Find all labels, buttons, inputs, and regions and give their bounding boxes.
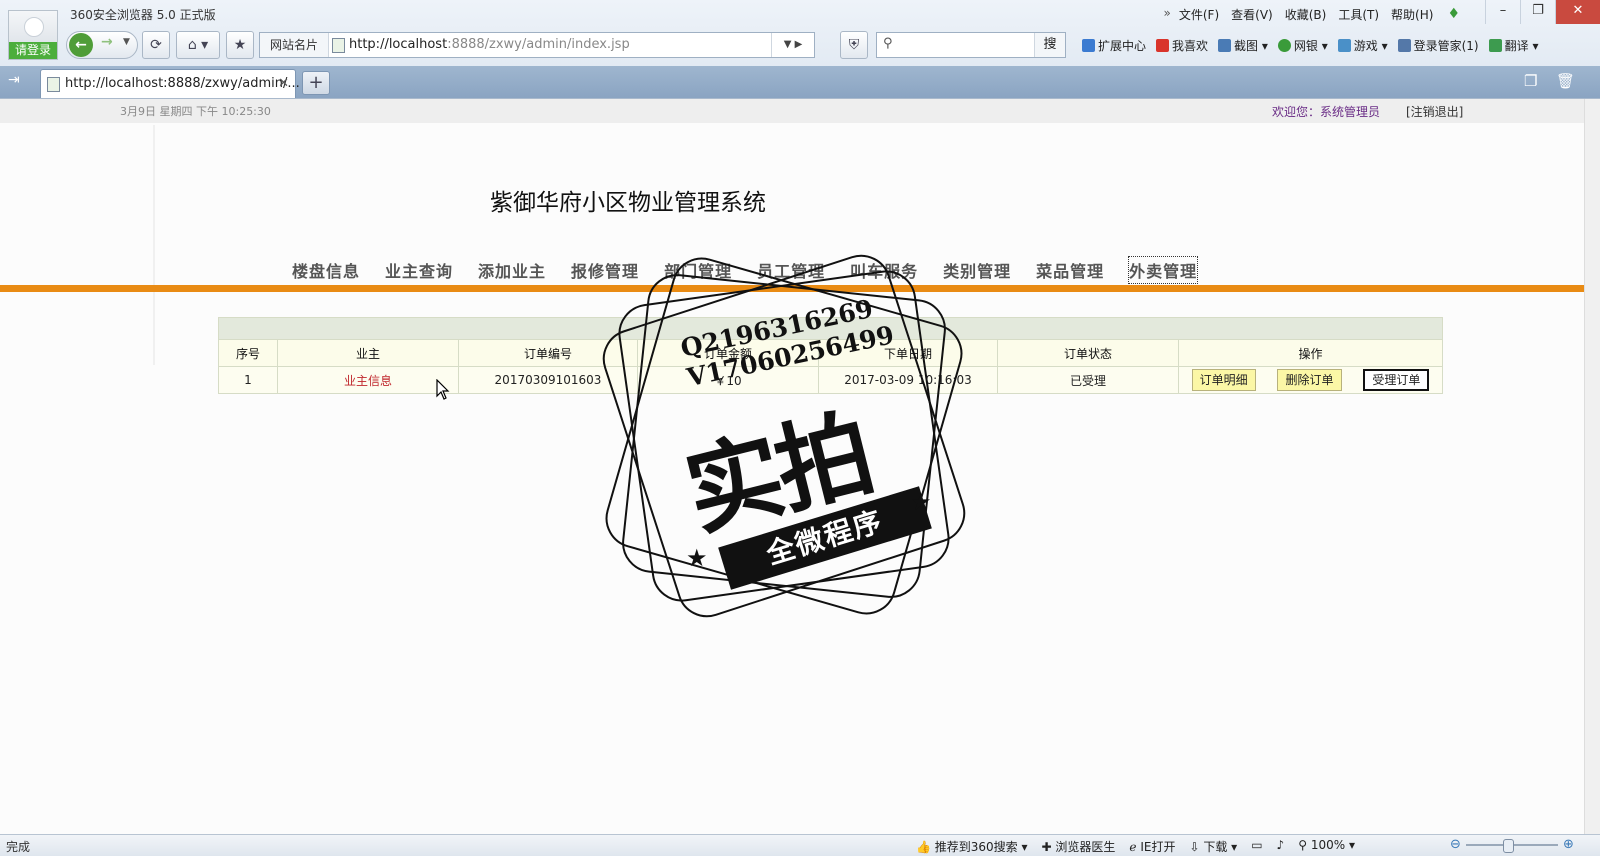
extension-bar: 扩展中心 我喜欢 截图 ▾ 网银 ▾ 游戏 ▾ 登录管家(1) 翻译 ▾ [1082,37,1538,54]
shield-icon[interactable]: ⛨ [840,31,868,59]
nav-add-owner[interactable]: 添加业主 [478,257,546,283]
page-icon [332,38,345,53]
delete-order-button[interactable]: 删除订单 [1277,369,1342,391]
menu-view[interactable]: 查看(V) [1231,6,1273,23]
menu-tools[interactable]: 工具(T) [1338,6,1379,23]
tab-admin-index[interactable]: http://localhost:8888/zxwy/admin/... ✕ [40,69,300,98]
refresh-button[interactable]: ⟳ [142,31,170,59]
tab-bar: ⇥ http://localhost:8888/zxwy/admin/... ✕… [0,66,1600,98]
address-dropdown-go[interactable]: ▼ ▶ [771,33,814,57]
home-button[interactable]: ⌂ ▾ [176,31,220,59]
minimize-button[interactable]: – [1485,0,1520,24]
zoom-in-icon[interactable]: ⊕ [1563,837,1574,852]
ext-bank[interactable]: 网银 ▾ [1277,37,1328,54]
nav-dishes[interactable]: 菜品管理 [1036,257,1104,283]
order-status: 已受理 [997,366,1179,394]
vertical-scrollbar[interactable] [1584,99,1600,834]
row-index: 1 [218,366,278,394]
browser-doctor[interactable]: ✚ 浏览器医生 [1042,838,1116,855]
restore-button[interactable]: ❐ [1520,0,1555,24]
menu-bar: » 文件(F) 查看(V) 收藏(B) 工具(T) 帮助(H) ♦ [1164,6,1460,23]
site-card-button[interactable]: 网站名片 [260,33,329,57]
nav-owner-query[interactable]: 业主查询 [385,257,453,283]
navigation-toolbar: ← → ▼ ⟳ ⌂ ▾ ★ 网站名片 http://localhost:8888… [0,30,1600,60]
search-button[interactable]: 搜 [1034,33,1065,57]
window-controls: – ❐ ✕ [1485,0,1600,24]
skin-icon[interactable]: ♦ [1447,6,1460,23]
status-items: 👍 推荐到360搜索 ▾ ✚ 浏览器医生 ℯ IE打开 ⇩ 下载 ▾ ▭ ♪ ⚲… [916,838,1355,855]
row-actions: 订单明细 删除订单 受理订单 [1178,366,1443,394]
chevron-double-icon[interactable]: » [1164,6,1171,23]
top-info-bar: 3月9日 星期四 下午 10:25:30 欢迎您：系统管理员 [注销退出] [0,99,1584,123]
current-date: 3月9日 星期四 下午 10:25:30 [120,105,271,118]
zoom-level[interactable]: ⚲ 100% ▾ [1298,838,1355,855]
search-icon: ⚲ [883,36,893,51]
col-index: 序号 [218,339,278,367]
back-button[interactable]: ← [69,33,93,57]
menu-file[interactable]: 文件(F) [1179,6,1219,23]
zoom-out-icon[interactable]: ⊖ [1450,837,1461,852]
nav-building-info[interactable]: 楼盘信息 [292,257,360,283]
forward-button[interactable]: → [101,34,113,50]
ext-game[interactable]: 游戏 ▾ [1337,37,1388,54]
menu-help[interactable]: 帮助(H) [1391,6,1433,23]
col-owner: 业主 [277,339,459,367]
order-detail-button[interactable]: 订单明细 [1191,369,1256,391]
tab-title: http://localhost:8888/zxwy/admin/... [65,76,300,91]
star-icon: ★ [910,488,932,516]
close-window-button[interactable]: ✕ [1555,0,1600,24]
page-icon [47,77,60,92]
ext-login-manager[interactable]: 登录管家(1) [1397,37,1479,54]
welcome-text: 欢迎您：系统管理员 [1272,105,1381,119]
divider [153,125,155,365]
recommend-360-search[interactable]: 👍 推荐到360搜索 ▾ [916,838,1028,855]
window-title: 360安全浏览器 5.0 正式版 [70,8,216,22]
watermark-stamp: Q2196316269 V17060256499 实拍 全微程序 ★ ★ [594,246,994,646]
zoom-slider-handle[interactable] [1503,839,1514,853]
col-status: 订单状态 [997,339,1179,367]
nav-takeout[interactable]: 外卖管理 [1128,256,1199,284]
ext-translate[interactable]: 翻译 ▾ [1488,37,1538,54]
ext-screenshot[interactable]: 截图 ▾ [1218,37,1268,54]
browser-chrome: 请登录 360安全浏览器 5.0 正式版 » 文件(F) 查看(V) 收藏(B)… [0,0,1600,99]
search-box[interactable]: ⚲ 搜 [876,32,1066,58]
col-actions: 操作 [1178,339,1443,367]
accept-order-button[interactable]: 受理订单 [1363,369,1430,391]
download-button[interactable]: ⇩ 下载 ▾ [1189,838,1237,855]
new-tab-button[interactable]: + [302,71,330,95]
open-in-ie[interactable]: ℯ IE打开 [1129,838,1175,855]
restore-tabs-icon[interactable]: ❐ [1524,72,1537,90]
status-text: 完成 [6,840,31,854]
star-icon: ★ [686,544,708,572]
url-text[interactable]: http://localhost:8888/zxwy/admin/index.j… [349,33,630,57]
ext-center[interactable]: 扩展中心 [1082,37,1146,54]
sidebar-toggle-icon[interactable]: ⇥ [8,72,20,88]
ext-like[interactable]: 我喜欢 [1156,37,1208,54]
owner-info-link[interactable]: 业主信息 [277,366,459,394]
close-tab-icon[interactable]: ✕ [278,70,289,98]
logout-link[interactable]: [注销退出] [1406,103,1463,120]
mouse-cursor-icon [436,379,450,400]
address-bar[interactable]: 网站名片 http://localhost:8888/zxwy/admin/in… [259,32,815,58]
back-forward-group: ← → ▼ [66,31,138,59]
favorite-star-button[interactable]: ★ [226,31,254,59]
history-dropdown-icon[interactable]: ▼ [123,37,130,47]
volume-icon[interactable]: ♪ [1277,838,1285,855]
status-bar: 完成 👍 推荐到360搜索 ▾ ✚ 浏览器医生 ℯ IE打开 ⇩ 下载 ▾ ▭ … [0,834,1600,856]
screen-icon[interactable]: ▭ [1251,838,1262,855]
menu-favorites[interactable]: 收藏(B) [1285,6,1327,23]
trash-icon[interactable]: 🗑 [1556,72,1575,90]
page-title: 紫御华府小区物业管理系统 [490,190,766,216]
